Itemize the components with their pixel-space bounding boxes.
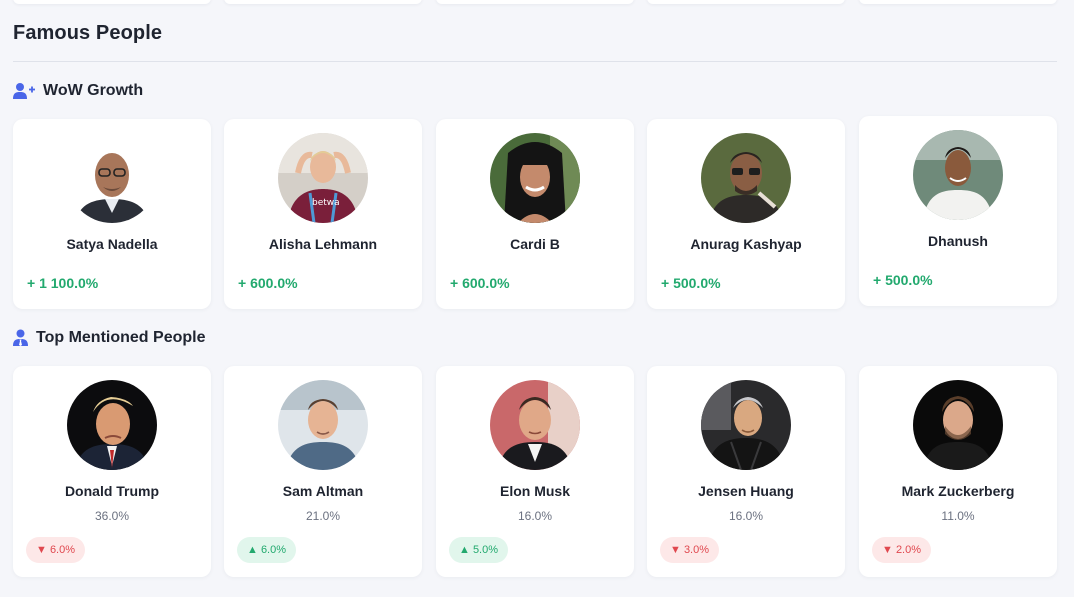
person-name: Cardi B [510,236,560,252]
user-tie-icon [13,329,28,347]
growth-value: + 1 100.0% [27,275,99,291]
change-badge: ▼ 3.0% [660,537,720,563]
change-badge: ▲ 5.0% [449,537,509,563]
avatar [913,380,1003,470]
avatar [67,133,157,223]
person-card-alisha-lehmann[interactable]: betwa Alisha Lehmann + 600.0% [224,119,422,309]
mention-share: 16.0% [728,509,764,523]
person-name: Mark Zuckerberg [901,483,1015,499]
person-name: Elon Musk [499,483,570,499]
person-card-satya-nadella[interactable]: Satya Nadella + 1 100.0% [13,119,211,309]
avatar [701,133,791,223]
person-name: Sam Altman [282,483,364,499]
avatar [701,380,791,470]
person-card-cardi-b[interactable]: Cardi B + 600.0% [436,119,634,309]
growth-value: + 500.0% [873,272,933,288]
wow-growth-title: WoW Growth [43,82,144,99]
avatar [490,380,580,470]
growth-value: + 500.0% [661,275,721,291]
person-card-anurag-kashyap[interactable]: Anurag Kashyap + 500.0% [647,119,845,309]
person-card-sam-altman[interactable]: Sam Altman 21.0% ▲ 6.0% [224,366,422,577]
person-card-jensen-huang[interactable]: Jensen Huang 16.0% ▼ 3.0% [647,366,845,577]
mention-share: 36.0% [94,509,130,523]
person-card-dhanush[interactable]: Dhanush + 500.0% [859,116,1057,306]
mention-share: 16.0% [517,509,553,523]
mention-share: 21.0% [305,509,341,523]
person-card-mark-zuckerberg[interactable]: Mark Zuckerberg 11.0% ▼ 2.0% [859,366,1057,577]
growth-value: + 600.0% [450,275,510,291]
person-name: Alisha Lehmann [268,236,378,252]
avatar [67,380,157,470]
person-card-elon-musk[interactable]: Elon Musk 16.0% ▲ 5.0% [436,366,634,577]
avatar [490,133,580,223]
avatar [913,130,1003,220]
page-title: Famous People [13,22,163,44]
previous-section-edge [0,0,1074,4]
change-badge: ▼ 2.0% [872,537,932,563]
top-mentioned-header: Top Mentioned People [13,329,205,347]
avatar [278,380,368,470]
user-plus-icon [13,82,35,100]
top-mentioned-cards: Donald Trump 36.0% ▼ 6.0% Sam Altman 21.… [13,366,1057,577]
change-badge: ▼ 6.0% [26,537,86,563]
wow-growth-cards: Satya Nadella + 1 100.0% betwa Alisha Le… [13,116,1057,309]
divider [13,61,1057,62]
person-name: Anurag Kashyap [690,236,802,252]
avatar: betwa [278,133,368,223]
person-name: Donald Trump [64,483,160,499]
wow-growth-header: WoW Growth [13,82,143,100]
person-name: Dhanush [928,233,988,249]
growth-value: + 600.0% [238,275,298,291]
top-mentioned-title: Top Mentioned People [36,329,206,346]
person-name: Satya Nadella [66,236,158,252]
person-card-donald-trump[interactable]: Donald Trump 36.0% ▼ 6.0% [13,366,211,577]
person-name: Jensen Huang [698,483,794,499]
mention-share: 11.0% [941,509,975,523]
svg-text:betwa: betwa [312,198,340,208]
change-badge: ▲ 6.0% [237,537,297,563]
